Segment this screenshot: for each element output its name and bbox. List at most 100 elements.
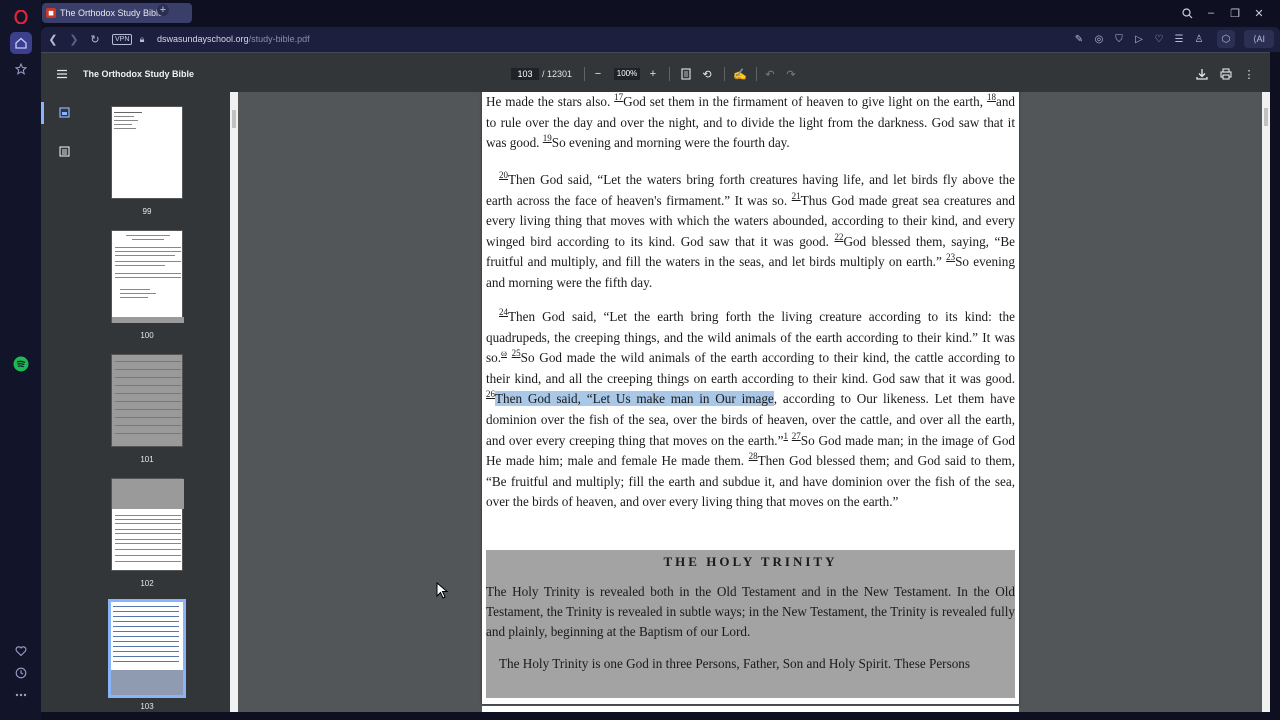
pdf-page: made two great lights: the greater light… — [482, 92, 1019, 704]
back-icon[interactable]: ❮ — [45, 31, 61, 47]
address-bar: ❮ ❯ ↻ VPN 🔒︎ dswasundayschool.org/study-… — [41, 27, 1280, 52]
verse-text: He made the stars also. — [486, 94, 611, 109]
download-icon[interactable] — [1194, 66, 1210, 82]
thumbnail-label: 100 — [140, 331, 154, 340]
divider — [669, 67, 670, 81]
kebab-icon[interactable]: ⋮ — [1241, 66, 1257, 82]
verse-number[interactable]: 24 — [499, 307, 508, 317]
study-note-paragraph: The Holy Trinity is revealed both in the… — [486, 584, 1015, 639]
zoom-out-icon[interactable]: − — [590, 66, 606, 82]
rotate-icon[interactable]: ⟲ — [699, 66, 715, 82]
thumbnail-label: 101 — [140, 455, 154, 464]
spotify-icon[interactable] — [10, 353, 32, 375]
opera-sidebar — [0, 0, 41, 720]
verse-number[interactable]: 20 — [499, 170, 508, 180]
verse-number[interactable]: 23 — [946, 252, 955, 262]
edit-icon[interactable]: ✎ — [1072, 32, 1086, 46]
more-icon[interactable] — [10, 684, 32, 706]
undo-icon[interactable]: ↶ — [762, 66, 778, 82]
thumbnail-label: 102 — [140, 579, 154, 588]
paragraph-2: 20Then God said, “Let the waters bring f… — [486, 170, 1015, 294]
verse-number[interactable]: 26 — [486, 389, 495, 399]
search-icon[interactable] — [1178, 4, 1196, 22]
thumbnail-scrollbar[interactable] — [230, 92, 238, 712]
divider — [756, 67, 757, 81]
document-title: The Orthodox Study Bible — [83, 69, 195, 79]
profile-icon[interactable]: ♙ — [1192, 32, 1206, 46]
thumbnail-label: 99 — [142, 207, 152, 216]
verse-text: God set them in the firmament of heaven … — [623, 94, 984, 109]
footnote-marker[interactable]: 1 — [783, 431, 788, 441]
history-icon[interactable] — [10, 662, 32, 684]
document-viewport[interactable]: made two great lights: the greater light… — [238, 92, 1270, 712]
lock-icon[interactable]: 🔒︎ — [134, 31, 150, 47]
verse-number[interactable]: 19 — [543, 133, 552, 143]
thumbnail-page-99[interactable] — [111, 106, 183, 199]
thumbnail-scrollbar-thumb[interactable] — [232, 110, 236, 128]
reload-icon[interactable]: ↻ — [87, 31, 103, 47]
opera-logo-icon[interactable] — [10, 6, 32, 28]
bookmark-heart-icon[interactable]: ♡ — [1152, 32, 1166, 46]
selected-text[interactable]: Then God said, “Let Us make man in Our i… — [495, 391, 774, 407]
page-number-input[interactable]: 103 — [511, 68, 539, 80]
minimize-icon[interactable]: – — [1202, 4, 1220, 22]
forward-icon[interactable]: ❯ — [66, 31, 82, 47]
study-note-box: THE HOLY TRINITY The Holy Trinity is rev… — [486, 550, 1015, 698]
menu-icon[interactable] — [54, 66, 70, 82]
zoom-input[interactable]: 100% — [614, 68, 640, 80]
url-field[interactable]: dswasundayschool.org/study-bible.pdf — [157, 34, 310, 44]
ai-button[interactable]: ⟨ AI — [1244, 30, 1274, 48]
home-icon[interactable] — [10, 32, 32, 54]
verse-number[interactable]: 28 — [749, 451, 758, 461]
thumbnail-page-101[interactable] — [111, 354, 183, 447]
divider — [584, 67, 585, 81]
new-tab-icon[interactable]: + — [157, 4, 169, 16]
thumbnail-page-102[interactable] — [111, 478, 184, 571]
verse-text: So God made the wild animals of the eart… — [486, 350, 1016, 386]
thumbnail-page-100[interactable] — [111, 230, 184, 323]
vpn-badge[interactable]: VPN — [112, 34, 133, 45]
mouse-cursor-icon — [436, 581, 452, 600]
draw-icon[interactable]: ✍ — [732, 66, 748, 82]
redo-icon[interactable]: ↷ — [783, 66, 799, 82]
ai-label: AI — [1256, 34, 1266, 44]
paragraph-3: 24Then God said, “Let the earth bring fo… — [486, 307, 1015, 513]
play-icon[interactable]: ▷ — [1132, 32, 1146, 46]
verse-number[interactable]: 25 — [512, 348, 521, 358]
document-scrollbar-thumb[interactable] — [1264, 108, 1268, 126]
window-bottom-edge — [41, 712, 1280, 720]
study-note-title: THE HOLY TRINITY — [663, 554, 838, 569]
heart-icon[interactable] — [10, 640, 32, 662]
divider — [724, 67, 725, 81]
restore-icon[interactable]: ❐ — [1226, 4, 1244, 22]
thumbnail-label: 103 — [140, 702, 154, 711]
verse-number[interactable]: 17 — [614, 92, 623, 102]
tab-title: The Orthodox Study Bible — [60, 8, 164, 18]
star-icon[interactable] — [10, 58, 32, 80]
thumbnail-view-icon[interactable] — [56, 104, 72, 120]
verse-number[interactable]: 27 — [792, 431, 801, 441]
url-host: dswasundayschool.org — [157, 34, 249, 44]
easy-setup-icon[interactable]: ☰ — [1172, 32, 1186, 46]
verse-number[interactable]: 21 — [792, 191, 801, 201]
extensions-icon[interactable]: ⬡ — [1217, 30, 1235, 48]
url-path: /study-bible.pdf — [248, 34, 310, 44]
thumbnail-page-103[interactable] — [108, 599, 186, 698]
camera-icon[interactable]: ◎ — [1092, 32, 1106, 46]
zoom-in-icon[interactable]: + — [645, 66, 661, 82]
document-scrollbar[interactable] — [1262, 92, 1270, 712]
study-note-paragraph: The Holy Trinity is one God in three Per… — [499, 656, 971, 671]
page-total: / 12301 — [542, 69, 573, 79]
shield-icon[interactable]: ⛉ — [1112, 32, 1126, 46]
outline-view-icon[interactable] — [56, 143, 72, 159]
footnote-marker[interactable]: ω — [501, 348, 507, 358]
active-indicator — [41, 102, 44, 124]
print-icon[interactable] — [1218, 66, 1234, 82]
paragraph-1: He made the stars also. 17God set them i… — [486, 92, 1015, 154]
verse-number[interactable]: 18 — [987, 92, 996, 102]
sidebar-view-switcher — [41, 92, 89, 712]
verse-text: So evening and morning were the fourth d… — [551, 135, 790, 151]
close-icon[interactable]: ✕ — [1250, 4, 1268, 22]
tab-active[interactable]: ◼ The Orthodox Study Bible — [42, 3, 192, 23]
fit-page-icon[interactable] — [678, 66, 694, 82]
